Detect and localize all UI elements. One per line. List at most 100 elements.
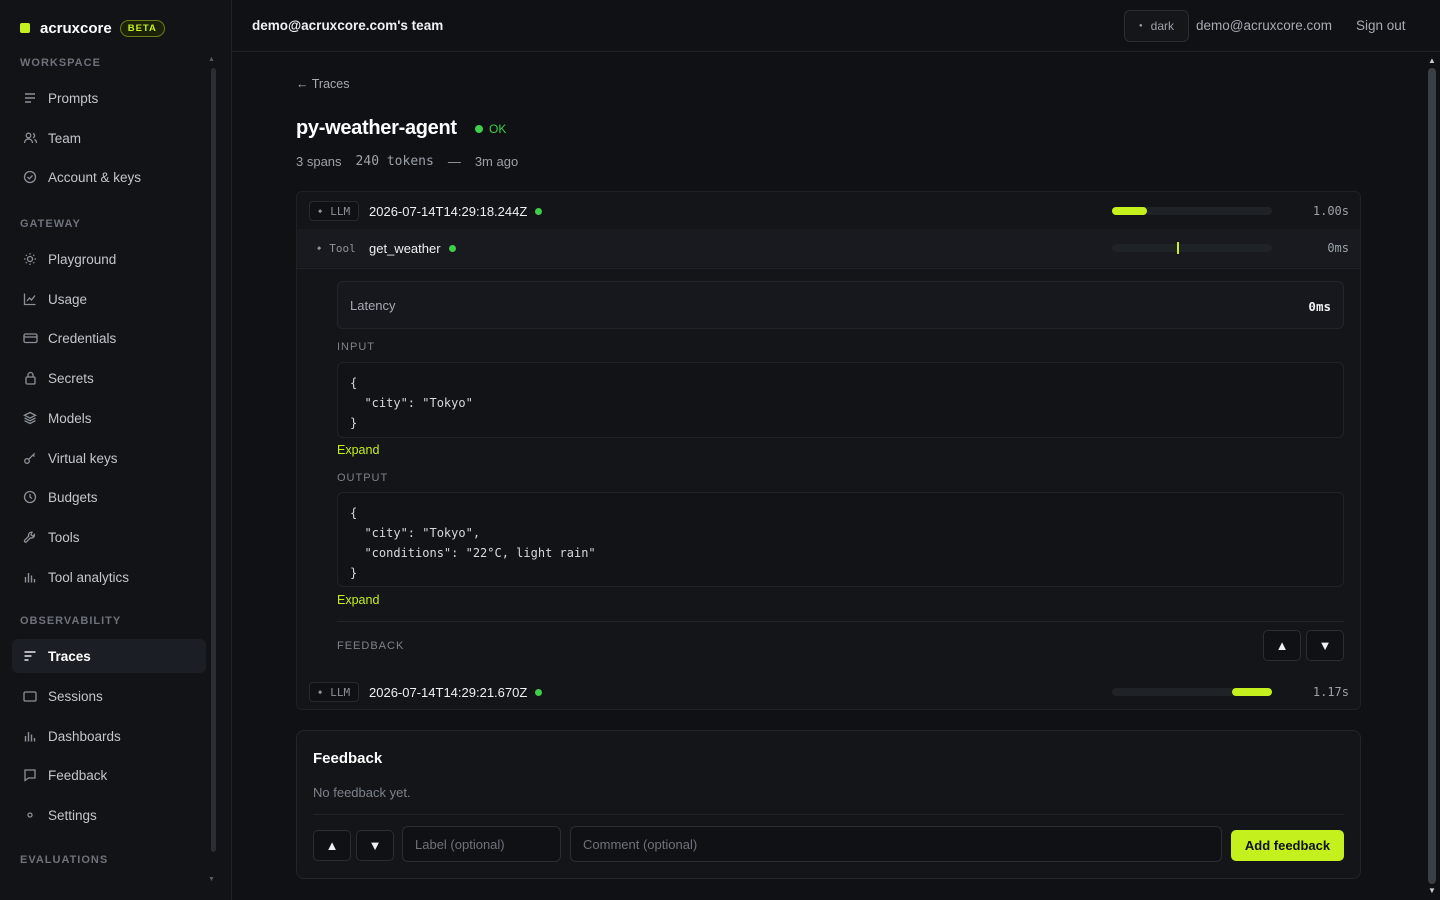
traces-icon xyxy=(22,648,38,664)
sidebar-item-label: Models xyxy=(48,410,92,426)
sidebar-scroll-down-icon[interactable]: ▼ xyxy=(208,876,215,883)
feedback-comment-input[interactable] xyxy=(570,826,1222,862)
sidebar-item-label: Team xyxy=(48,130,82,146)
sidebar-item-account-keys[interactable]: Account & keys xyxy=(12,160,206,194)
sidebar-item-label: Credentials xyxy=(48,330,117,346)
status-label: OK xyxy=(489,122,507,136)
sign-out-link[interactable]: Sign out xyxy=(1356,18,1406,33)
span-detail-panel: Latency 0ms INPUT { "city": "Tokyo" } Ex… xyxy=(297,268,1360,672)
span-duration: 1.00s xyxy=(1312,204,1349,218)
span-status-dot xyxy=(448,244,456,252)
sidebar-section-observability: OBSERVABILITY xyxy=(20,615,122,627)
sidebar-scroll-up-icon[interactable]: ▲ xyxy=(208,56,215,63)
sidebar-item-playground[interactable]: Playground xyxy=(12,242,206,276)
span-timeline-bar xyxy=(1112,242,1272,254)
thumbs-up-button[interactable]: ▲ xyxy=(313,830,351,861)
sidebar-item-usage[interactable]: Usage xyxy=(12,282,206,316)
sidebar-item-credentials[interactable]: Credentials xyxy=(12,321,206,355)
expand-output-link[interactable]: Expand xyxy=(337,593,379,607)
triangle-down-icon: ▼ xyxy=(368,838,382,853)
span-name: 2026-07-14T14:29:21.670Z xyxy=(369,685,543,700)
span-duration: 1.17s xyxy=(1312,685,1349,699)
feedback-label-input[interactable] xyxy=(402,826,561,862)
expand-input-link[interactable]: Expand xyxy=(337,443,379,457)
sidebar-item-budgets[interactable]: Budgets xyxy=(12,480,206,514)
token-count: 240 tokens xyxy=(355,154,434,169)
span-kind-badge: ◆ LLM xyxy=(309,201,360,221)
latency-card: Latency 0ms xyxy=(337,281,1344,329)
sidebar-item-prompts[interactable]: Prompts xyxy=(12,81,206,115)
sidebar-item-dashboards[interactable]: Dashboards xyxy=(12,719,206,753)
sun-icon xyxy=(22,251,38,267)
sidebar-item-label: Sessions xyxy=(48,688,103,704)
span-duration: 0ms xyxy=(1327,241,1349,255)
sidebar-section-evaluations: EVALUATIONS xyxy=(20,854,109,866)
main-scrollbar[interactable] xyxy=(1428,68,1436,884)
sidebar-item-tools[interactable]: Tools xyxy=(12,520,206,554)
sidebar-item-secrets[interactable]: Secrets xyxy=(12,361,206,395)
divider xyxy=(313,814,1344,815)
sidebar-item-settings[interactable]: Settings xyxy=(12,798,206,832)
sidebar-item-label: Settings xyxy=(48,807,97,823)
output-label: OUTPUT xyxy=(337,472,389,484)
main-scroll-up-icon[interactable]: ▲ xyxy=(1428,56,1436,65)
brand[interactable]: acruxcore BETA xyxy=(20,18,165,38)
sidebar-item-label: Playground xyxy=(48,251,117,267)
sidebar-item-label: Usage xyxy=(48,291,88,307)
span-feedback-label: FEEDBACK xyxy=(337,640,405,652)
sidebar-item-feedback[interactable]: Feedback xyxy=(12,758,206,792)
wrench-icon xyxy=(22,529,38,545)
trace-title: py-weather-agent xyxy=(296,117,457,139)
thumbs-down-button[interactable]: ▼ xyxy=(356,830,394,861)
sidebar-item-virtual-keys[interactable]: Virtual keys xyxy=(12,441,206,475)
output-code: { "city": "Tokyo", "conditions": "22°C, … xyxy=(337,492,1344,587)
feedback-card: Feedback No feedback yet. ▲ ▼ Add feedba… xyxy=(296,730,1361,879)
diamond-icon: ◆ xyxy=(318,688,323,696)
bar-chart-icon xyxy=(22,569,38,585)
thumbs-down-button[interactable]: ▼ xyxy=(1306,630,1344,661)
window-icon xyxy=(22,688,38,704)
check-circle-icon xyxy=(22,169,38,185)
status-badge: OK xyxy=(475,122,506,136)
span-row[interactable]: ◆ LLM 2026-07-14T14:29:18.244Z 1.00s xyxy=(297,192,1360,230)
gear-icon xyxy=(22,807,38,823)
theme-toggle-button[interactable]: ● dark xyxy=(1124,10,1189,42)
team-name[interactable]: demo@acruxcore.com's team xyxy=(252,18,443,33)
arrow-left-icon: ← xyxy=(296,77,309,91)
sidebar-item-team[interactable]: Team xyxy=(12,121,206,155)
span-timeline-fill xyxy=(1112,207,1148,215)
back-label: Traces xyxy=(311,77,350,91)
sidebar-item-label: Feedback xyxy=(48,767,108,783)
beta-badge: BETA xyxy=(119,19,165,37)
sidebar-item-sessions[interactable]: Sessions xyxy=(12,679,206,713)
sidebar-scrollbar[interactable] xyxy=(211,68,216,852)
meta-separator: — xyxy=(447,154,461,169)
brand-logo-icon xyxy=(20,23,30,33)
span-kind-label: Tool xyxy=(329,241,356,255)
feedback-title: Feedback xyxy=(313,750,383,767)
user-email: demo@acruxcore.com xyxy=(1196,18,1333,33)
sidebar-item-label: Traces xyxy=(48,648,91,664)
triangle-up-icon: ▲ xyxy=(1275,638,1289,653)
sidebar-item-tool-analytics[interactable]: Tool analytics xyxy=(12,560,206,594)
bar-chart-icon xyxy=(22,728,38,744)
main-scroll-down-icon[interactable]: ▼ xyxy=(1428,886,1436,895)
thumbs-up-button[interactable]: ▲ xyxy=(1263,630,1301,661)
sidebar-section-workspace: WORKSPACE xyxy=(20,57,101,69)
span-name: get_weather xyxy=(369,241,456,256)
span-row[interactable]: ◆ LLM 2026-07-14T14:29:21.670Z 1.17s xyxy=(297,673,1360,709)
topbar: demo@acruxcore.com's team ● dark demo@ac… xyxy=(232,0,1440,52)
span-row[interactable]: ◆ Tool get_weather 0ms xyxy=(297,229,1360,267)
sidebar-item-label: Secrets xyxy=(48,370,94,386)
trace-meta: 3 spans 240 tokens — 3m ago xyxy=(296,154,532,169)
sidebar-item-label: Tools xyxy=(48,529,80,545)
sidebar-item-models[interactable]: Models xyxy=(12,401,206,435)
span-status-dot xyxy=(535,207,543,215)
span-timeline-bar xyxy=(1112,688,1272,696)
add-feedback-button[interactable]: Add feedback xyxy=(1231,830,1344,861)
sidebar-item-traces[interactable]: Traces xyxy=(12,639,206,673)
triangle-down-icon: ▼ xyxy=(1318,638,1332,653)
back-to-traces-link[interactable]: ← Traces xyxy=(296,77,350,91)
diamond-icon: ◆ xyxy=(318,207,323,215)
input-code: { "city": "Tokyo" } xyxy=(337,362,1344,438)
